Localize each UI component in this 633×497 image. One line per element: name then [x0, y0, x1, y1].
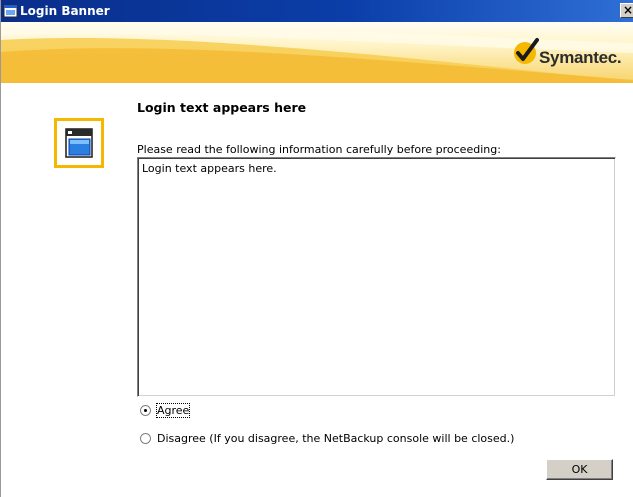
title-bar[interactable]: Login Banner × [1, 0, 633, 22]
agree-radio[interactable] [140, 405, 151, 416]
agree-label[interactable]: Agree [155, 403, 191, 418]
disagree-option[interactable]: Disagree (If you disagree, the NetBackup… [140, 432, 514, 445]
close-button[interactable]: × [620, 3, 633, 18]
login-text-content: Login text appears here. [142, 162, 277, 175]
page-heading: Login text appears here [137, 100, 307, 115]
login-text-area[interactable]: Login text appears here. [137, 157, 616, 397]
window-icon [3, 4, 18, 18]
disagree-label[interactable]: Disagree (If you disagree, the NetBackup… [157, 432, 514, 445]
console-window-icon [65, 128, 93, 158]
disagree-radio[interactable] [140, 433, 151, 444]
login-banner-window: Login Banner × Symantec. Login text appe… [0, 0, 633, 497]
symantec-logo-text: Symantec. [539, 48, 622, 67]
agree-option[interactable]: Agree [140, 403, 191, 418]
window-title: Login Banner [20, 4, 110, 18]
symantec-checkmark-icon [514, 38, 539, 64]
banner-icon-frame [54, 118, 104, 168]
ok-button[interactable]: OK [546, 459, 613, 480]
instruction-label: Please read the following information ca… [137, 143, 501, 156]
